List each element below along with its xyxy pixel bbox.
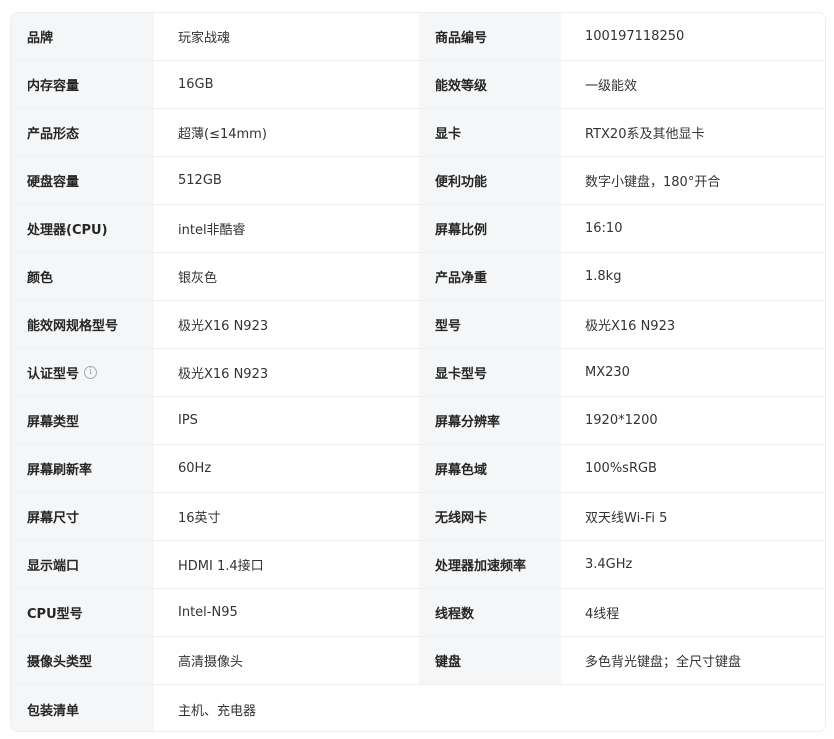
- spec-label: CPU型号: [11, 589, 154, 636]
- spec-label: 显卡型号: [419, 349, 561, 396]
- table-row: 内存容量 16GB 能效等级 一级能效: [11, 61, 825, 109]
- spec-label: 品牌: [11, 13, 154, 60]
- table-row: 颜色 银灰色 产品净重 1.8kg: [11, 253, 825, 301]
- spec-value: 双天线Wi-Fi 5: [585, 511, 668, 526]
- spec-label: 屏幕比例: [419, 205, 561, 252]
- spec-value: 60Hz: [178, 461, 212, 476]
- spec-value: 数字小键盘，180°开合: [585, 175, 721, 190]
- info-icon[interactable]: i: [84, 366, 98, 379]
- table-row: 产品形态 超薄(≤14mm) 显卡 RTX20系及其他显卡: [11, 109, 825, 157]
- spec-label: 产品净重: [419, 253, 561, 300]
- spec-table: 品牌 玩家战魂 商品编号 100197118250 内存容量 16GB 能效等级…: [10, 12, 826, 732]
- spec-label-certified-model: 认证型号 i: [11, 349, 154, 396]
- table-row: 能效网规格型号 极光X16 N923 型号 极光X16 N923: [11, 301, 825, 349]
- spec-label: 线程数: [419, 589, 561, 636]
- spec-label: 无线网卡: [419, 493, 561, 540]
- spec-label: 内存容量: [11, 61, 154, 108]
- spec-label: 包装清单: [11, 685, 154, 731]
- spec-value: 512GB: [178, 173, 222, 188]
- table-row: CPU型号 Intel-N95 线程数 4线程: [11, 589, 825, 637]
- spec-label: 颜色: [11, 253, 154, 300]
- spec-value: HDMI 1.4接口: [178, 559, 264, 574]
- spec-value: 1.8kg: [585, 269, 622, 284]
- spec-value: 超薄(≤14mm): [178, 127, 267, 142]
- spec-value: 高清摄像头: [178, 655, 244, 670]
- table-row: 摄像头类型 高清摄像头 键盘 多色背光键盘；全尺寸键盘: [11, 637, 825, 685]
- table-row: 显示端口 HDMI 1.4接口 处理器加速频率 3.4GHz: [11, 541, 825, 589]
- spec-label: 能效网规格型号: [11, 301, 154, 348]
- spec-label: 键盘: [419, 637, 561, 684]
- spec-value: 1920*1200: [585, 413, 658, 428]
- table-row: 处理器(CPU) intel非酷睿 屏幕比例 16:10: [11, 205, 825, 253]
- spec-value: 100197118250: [585, 29, 685, 44]
- spec-label: 显卡: [419, 109, 561, 156]
- spec-label: 商品编号: [419, 13, 561, 60]
- spec-value: 3.4GHz: [585, 557, 633, 572]
- spec-label: 处理器加速频率: [419, 541, 561, 588]
- spec-value: 极光X16 N923: [178, 319, 269, 334]
- spec-label: 处理器(CPU): [11, 205, 154, 252]
- spec-value: 银灰色: [178, 271, 218, 286]
- spec-label: 型号: [419, 301, 561, 348]
- spec-label: 能效等级: [419, 61, 561, 108]
- spec-label: 屏幕尺寸: [11, 493, 154, 540]
- table-row: 屏幕尺寸 16英寸 无线网卡 双天线Wi-Fi 5: [11, 493, 825, 541]
- spec-value: 16GB: [178, 77, 214, 92]
- spec-value: 4线程: [585, 607, 620, 622]
- spec-value: Intel-N95: [178, 605, 238, 620]
- spec-value: 一级能效: [585, 79, 638, 94]
- table-row: 屏幕类型 IPS 屏幕分辨率 1920*1200: [11, 397, 825, 445]
- spec-label: 屏幕类型: [11, 397, 154, 444]
- spec-value: 主机、充电器: [178, 703, 257, 719]
- spec-value: 极光X16 N923: [585, 319, 676, 334]
- spec-value: MX230: [585, 365, 630, 380]
- spec-value: intel非酷睿: [178, 223, 246, 238]
- spec-label: 屏幕色域: [419, 445, 561, 492]
- spec-value: 多色背光键盘；全尺寸键盘: [585, 655, 742, 670]
- spec-value: 100%sRGB: [585, 461, 657, 476]
- spec-label: 屏幕分辨率: [419, 397, 561, 444]
- spec-label: 摄像头类型: [11, 637, 154, 684]
- spec-value: IPS: [178, 413, 198, 428]
- spec-label: 便利功能: [419, 157, 561, 204]
- spec-label: 显示端口: [11, 541, 154, 588]
- spec-label: 屏幕刷新率: [11, 445, 154, 492]
- spec-value: 16:10: [585, 221, 623, 236]
- spec-value: 16英寸: [178, 511, 221, 526]
- table-row: 包装清单 主机、充电器: [11, 685, 825, 731]
- table-row: 屏幕刷新率 60Hz 屏幕色域 100%sRGB: [11, 445, 825, 493]
- table-row: 硬盘容量 512GB 便利功能 数字小键盘，180°开合: [11, 157, 825, 205]
- spec-value: 极光X16 N923: [178, 367, 269, 382]
- table-row: 品牌 玩家战魂 商品编号 100197118250: [11, 13, 825, 61]
- spec-label-text: 认证型号: [27, 367, 80, 382]
- spec-value: RTX20系及其他显卡: [585, 127, 705, 142]
- spec-value: 玩家战魂: [178, 31, 231, 46]
- spec-label: 硬盘容量: [11, 157, 154, 204]
- table-row: 认证型号 i 极光X16 N923 显卡型号 MX230: [11, 349, 825, 397]
- spec-label: 产品形态: [11, 109, 154, 156]
